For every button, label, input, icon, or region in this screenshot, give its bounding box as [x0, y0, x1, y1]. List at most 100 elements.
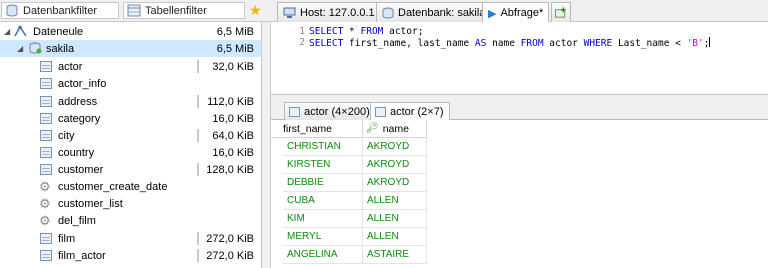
tab-database-label: Datenbank: sakila — [398, 6, 486, 19]
tree-item[interactable]: actor 32,0 KiB — [0, 58, 261, 75]
code-line-1: SELECT * FROM actor; — [309, 26, 423, 37]
result-grid[interactable]: first_name 🔑︎ name CHRISTIAN AKROYD KIRS… — [271, 120, 768, 268]
line-number: 2 — [299, 37, 305, 48]
grid-cell[interactable]: ANGELINA — [283, 246, 363, 264]
gear-icon: ⚙ — [39, 179, 51, 194]
column-header-first-name[interactable]: first_name — [271, 120, 363, 138]
tree-item-label: film_actor — [58, 249, 106, 262]
grid-cell[interactable]: ALLEN — [363, 210, 427, 228]
grid-cell[interactable]: DEBBIE — [283, 174, 363, 192]
database-tree: ◢ Dateneule 6,5 MiB ◢ sakila 6,5 MiB act… — [0, 22, 262, 268]
tab-query[interactable]: ▶ Abfrage* — [482, 2, 550, 23]
gear-icon: ⚙ — [39, 213, 51, 228]
table-filter-placeholder: Tabellenfilter — [145, 4, 207, 17]
grid-cell[interactable]: ALLEN — [363, 192, 427, 210]
table-icon — [289, 106, 300, 117]
grid-cell[interactable]: CUBA — [283, 192, 363, 210]
tree-item[interactable]: ⚙ del_film — [0, 212, 261, 229]
tree-item[interactable]: address 112,0 KiB — [0, 93, 261, 110]
grid-cell[interactable]: ALLEN — [363, 228, 427, 246]
grid-cell[interactable]: AKROYD — [363, 138, 427, 156]
tree-item-size: 16,0 KiB — [212, 146, 254, 159]
tree-item-label: actor — [58, 60, 83, 73]
table-filter-input[interactable]: Tabellenfilter — [123, 2, 245, 19]
tab-host[interactable]: Host: 127.0.0.1 — [277, 2, 381, 22]
tree-item-label: film — [58, 232, 76, 245]
database-filter-placeholder: Datenbankfilter — [23, 4, 97, 17]
vertical-splitter[interactable] — [262, 22, 271, 268]
size-bar — [197, 60, 199, 73]
table-icon — [40, 233, 52, 244]
sql-keyword: SELECT — [309, 38, 344, 49]
tree-item[interactable]: film 272,0 KiB — [0, 230, 261, 247]
collapse-arrow-icon[interactable]: ◢ — [4, 27, 10, 36]
grid-cell[interactable]: CHRISTIAN — [283, 138, 363, 156]
play-icon: ▶ — [488, 7, 497, 20]
tree-item-label: del_film — [58, 214, 96, 227]
code-line-2: SELECT first_name, last_name AS name FRO… — [309, 37, 711, 49]
result-tabs-bar: actor (4×200) actor (2×7) — [271, 100, 768, 121]
sql-text: first_name, last_name — [343, 38, 475, 49]
sql-text: actor — [543, 38, 584, 49]
tree-item[interactable]: film_actor 272,0 KiB — [0, 247, 261, 264]
table-icon — [40, 130, 52, 141]
table-icon — [40, 113, 52, 124]
tree-item[interactable]: category 16,0 KiB — [0, 110, 261, 127]
host-icon — [283, 7, 296, 18]
collapse-arrow-icon[interactable]: ◢ — [17, 44, 23, 53]
grid-cell[interactable]: ASTAIRE — [363, 246, 427, 264]
sql-editor[interactable]: 1 2 SELECT * FROM actor; SELECT first_na… — [271, 22, 768, 95]
tab-database[interactable]: Datenbank: sakila — [376, 2, 492, 22]
table-icon — [40, 96, 52, 107]
table-icon — [375, 107, 386, 117]
database-icon — [382, 7, 394, 19]
tree-item[interactable]: city 64,0 KiB — [0, 127, 261, 144]
grid-cell[interactable]: KIM — [283, 210, 363, 228]
tree-item-label: category — [58, 112, 101, 125]
grid-cell[interactable]: KIRSTEN — [283, 156, 363, 174]
line-number-gutter: 1 2 — [271, 22, 307, 94]
tree-item[interactable]: ⚙ customer_create_date — [0, 178, 261, 195]
column-header-name[interactable]: 🔑︎ name — [363, 120, 427, 138]
column-header-label: first_name — [283, 122, 333, 135]
database-filter-input[interactable]: Datenbankfilter — [1, 2, 119, 19]
sql-keyword: FROM — [360, 26, 384, 37]
tree-item-size: 16,0 KiB — [212, 112, 254, 125]
sql-text: actor; — [383, 26, 424, 37]
sql-keyword: WHERE — [583, 38, 613, 49]
tree-item-label: address — [58, 95, 98, 108]
size-bar — [197, 249, 199, 262]
tree-item-label: customer_create_date — [58, 180, 168, 193]
result-tab-2[interactable]: actor (2×7) — [370, 102, 450, 121]
tree-root-row[interactable]: ◢ Dateneule 6,5 MiB — [0, 23, 261, 40]
grid-cell[interactable]: AKROYD — [363, 174, 427, 192]
table-icon — [40, 61, 52, 72]
tree-item[interactable]: ⚙ customer_list — [0, 195, 261, 212]
favorite-star-icon[interactable]: ★ — [249, 3, 262, 18]
tree-item[interactable]: actor_info — [0, 75, 261, 92]
tab-query-label: Abfrage* — [500, 7, 544, 19]
sql-keyword: FROM — [520, 38, 544, 49]
tree-item-label: customer — [58, 163, 104, 176]
tree-root-size: 6,5 MiB — [216, 25, 254, 38]
size-bar — [197, 129, 199, 142]
session-icon — [14, 25, 27, 37]
tree-db-row[interactable]: ◢ sakila 6,5 MiB — [0, 40, 261, 57]
text-cursor — [709, 37, 711, 47]
top-toolbar: Datenbankfilter Tabellenfilter ★ Host: 1… — [0, 0, 768, 23]
sql-keyword: SELECT — [309, 26, 344, 37]
tree-item[interactable]: customer 128,0 KiB — [0, 161, 261, 178]
size-bar — [197, 232, 199, 245]
table-icon — [40, 78, 52, 89]
grid-cell[interactable]: AKROYD — [363, 156, 427, 174]
new-query-tab-button[interactable] — [551, 2, 571, 22]
tab-host-label: Host: 127.0.0.1 — [300, 6, 375, 19]
grid-cell[interactable]: MERYL — [283, 228, 363, 246]
tree-item[interactable]: country 16,0 KiB — [0, 144, 261, 161]
tree-item-size: 112,0 KiB — [207, 95, 254, 108]
result-tab-1[interactable]: actor (4×200) — [284, 102, 376, 120]
tree-root-label: Dateneule — [33, 25, 84, 38]
line-number: 1 — [299, 26, 305, 37]
size-bar — [197, 163, 199, 176]
result-tab-label: actor (4×200) — [304, 105, 370, 118]
